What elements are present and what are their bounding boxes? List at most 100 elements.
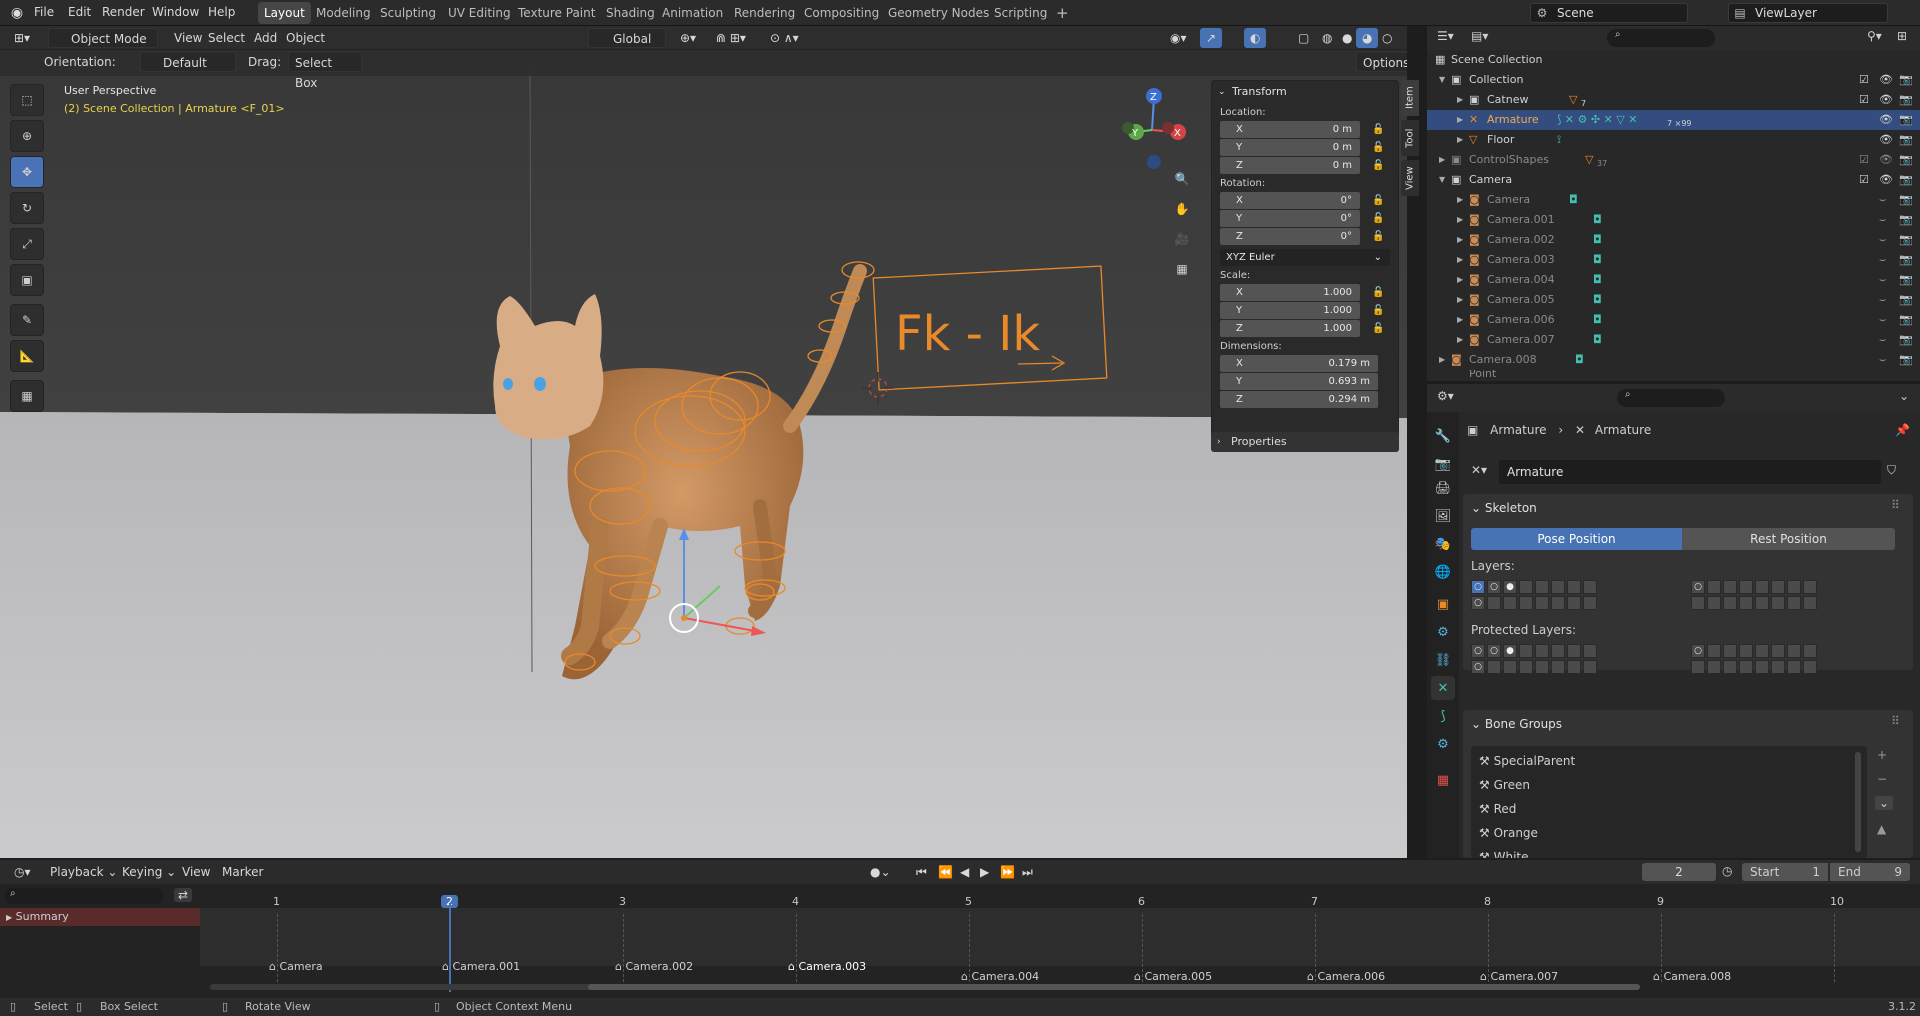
outliner-row[interactable]: ▦ Scene Collection [1427,50,1920,70]
blender-logo-icon[interactable]: ◉ [8,4,26,22]
camera-render-icon[interactable]: 📷 [1899,210,1913,230]
eye-icon[interactable]: 👁 [1879,70,1893,90]
gizmo-toggle-icon[interactable]: ↗ [1200,28,1223,48]
armature-name-input[interactable]: Armature [1499,460,1881,484]
timeline-marker[interactable]: ⌂ Camera.001 [442,960,520,973]
chevron-down-icon[interactable]: ⌄ [1899,389,1909,403]
layer-toggle[interactable] [1755,660,1769,674]
layer-toggle[interactable] [1691,596,1705,610]
armature-data-tab-icon[interactable]: ✕ [1431,676,1455,700]
timeline-marker[interactable]: ⌂ Camera.007 [1480,970,1558,983]
outliner-editor-icon[interactable]: ☰▾ [1437,29,1454,43]
lock-icon[interactable]: 🔓 [1372,323,1384,334]
drag-dropdown[interactable]: Select Box [288,52,362,90]
eye-closed-icon[interactable]: ⌣ [1879,210,1886,230]
lock-icon[interactable]: 🔓 [1372,231,1384,242]
outliner-row[interactable]: ▼ ▣ Camera ☑ 👁 📷 [1427,170,1920,190]
view-layer-selector[interactable]: ViewLayer [1728,3,1888,23]
layer-toggle[interactable] [1755,580,1769,594]
checkbox-icon[interactable]: ☑ [1859,170,1869,190]
layer-toggle[interactable] [1803,644,1817,658]
layer-toggle[interactable] [1583,644,1597,658]
add-workspace-icon[interactable]: + [1050,2,1075,24]
layer-toggle[interactable] [1755,596,1769,610]
bone-tab-icon[interactable]: ⟆ [1431,704,1455,728]
menu-render[interactable]: Render [96,0,151,26]
display-mode-icon[interactable]: ▤▾ [1471,29,1488,43]
render-tab-icon[interactable]: 📷 [1431,452,1455,476]
layer-toggle[interactable] [1739,644,1753,658]
outliner-row[interactable]: Point [1427,370,1920,381]
checkbox-icon[interactable]: ☑ [1859,150,1869,170]
output-tab-icon[interactable]: 🖨 [1431,476,1455,500]
lock-icon[interactable]: 🔓 [1372,287,1384,298]
layer-toggle[interactable] [1803,580,1817,594]
add-icon[interactable]: + [1877,748,1887,762]
layer-toggle[interactable] [1723,660,1737,674]
camera-render-icon[interactable]: 📷 [1899,70,1913,90]
menu-add[interactable]: Add [248,28,283,48]
tab-rendering[interactable]: Rendering [728,2,801,24]
layer-toggle[interactable] [1739,660,1753,674]
lock-icon[interactable]: 🔓 [1372,305,1384,316]
eye-closed-icon[interactable]: ⌣ [1879,250,1886,270]
eye-icon[interactable]: 👁 [1879,170,1893,190]
layer-toggle[interactable]: ○ [1487,580,1501,594]
layer-toggle[interactable]: ○ [1691,580,1705,594]
layer-toggle[interactable] [1583,660,1597,674]
layer-toggle[interactable] [1519,580,1533,594]
expand-right-icon[interactable]: ▶ [1439,350,1445,370]
layer-toggle[interactable]: ○ [1471,580,1485,594]
expand-right-icon[interactable]: ▶ [1457,270,1463,290]
outliner-row[interactable]: ▶ ◙ Camera.001 ◘ ⌣ 📷 [1427,210,1920,230]
mode-selector[interactable]: Object Mode [48,28,158,48]
layer-toggle[interactable] [1787,596,1801,610]
camera-render-icon[interactable]: 📷 [1899,90,1913,110]
list-item[interactable]: ⚒ Green [1479,774,1530,798]
camera-render-icon[interactable]: 📷 [1899,350,1913,370]
constraints-tab-icon[interactable]: ⛓ [1431,648,1455,672]
expand-right-icon[interactable]: ▶ [1457,90,1463,110]
drag-handle-icon[interactable]: ⠿ [1891,714,1900,728]
layer-toggle[interactable]: ○ [1471,644,1485,658]
location-z-field[interactable]: Z 0 m 🔓 [1220,156,1392,174]
layer-toggle[interactable] [1723,644,1737,658]
rotation-mode-dropdown[interactable]: XYZ Euler ⌄ [1220,248,1392,266]
view-layer-tab-icon[interactable]: 🖼 [1431,504,1455,528]
orientation-dropdown[interactable]: Default [140,52,236,72]
outliner-row[interactable]: ▶ ◙ Camera.007 ◘ ⌣ 📷 [1427,330,1920,350]
layer-toggle[interactable] [1583,596,1597,610]
expand-right-icon[interactable]: ▶ [1457,190,1463,210]
dimensions-x-field[interactable]: X 0.179 m [1220,354,1392,372]
layer-toggle[interactable] [1723,580,1737,594]
eye-closed-icon[interactable]: ⌣ [1879,190,1886,210]
outliner-row[interactable]: ▶ ▣ ControlShapes ▽ 37 ☑ 👁 📷 [1427,150,1920,170]
menu-object[interactable]: Object [280,28,331,48]
outliner-row[interactable]: ▶ ▣ Catnew ▽ 7 ☑ 👁 📷 [1427,90,1920,110]
tab-geometry-nodes[interactable]: Geometry Nodes [882,2,995,24]
rest-position-button[interactable]: Rest Position [1682,528,1895,550]
timeline-marker[interactable]: ⌂ Camera.006 [1307,970,1385,983]
pan-hand-icon[interactable]: ✋ [1169,196,1195,222]
layer-toggle[interactable] [1803,660,1817,674]
outliner-search-input[interactable]: ⌕ [1607,29,1715,47]
layer-toggle[interactable] [1803,596,1817,610]
layer-toggle[interactable] [1551,580,1565,594]
timeline-marker[interactable]: ⌂ Camera.004 [961,970,1039,983]
camera-render-icon[interactable]: 📷 [1899,230,1913,250]
scale-y-field[interactable]: Y 1.000 🔓 [1220,301,1392,319]
drag-handle-icon[interactable]: ⠿ [1891,498,1900,512]
proportional-edit-icon[interactable]: ⊙ ∧▾ [764,28,805,48]
properties-editor-icon[interactable]: ⚙▾ [1437,389,1454,403]
layer-toggle[interactable] [1551,660,1565,674]
remove-icon[interactable]: − [1877,772,1887,786]
layer-toggle[interactable] [1567,660,1581,674]
tab-uv-editing[interactable]: UV Editing [442,2,517,24]
visibility-icon[interactable]: ◉▾ [1164,28,1193,48]
tab-animation[interactable]: Animation [656,2,729,24]
camera-render-icon[interactable]: 📷 [1899,130,1913,150]
eye-closed-icon[interactable]: ⌣ [1879,230,1886,250]
camera-render-icon[interactable]: 📷 [1899,310,1913,330]
properties-panel-header[interactable]: › Properties [1211,432,1399,452]
layer-toggle[interactable] [1567,644,1581,658]
